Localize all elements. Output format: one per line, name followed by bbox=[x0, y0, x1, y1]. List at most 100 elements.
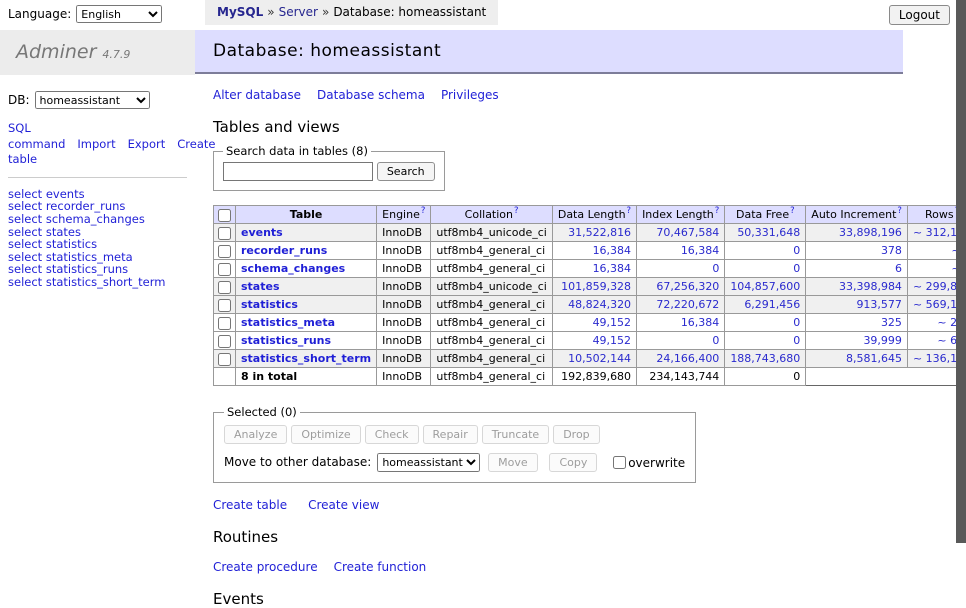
row-checkbox[interactable] bbox=[218, 335, 231, 348]
breadcrumb-server-link[interactable]: Server bbox=[279, 5, 318, 19]
table-name-cell: statistics_runs bbox=[236, 332, 377, 350]
table-name-link[interactable]: statistics bbox=[241, 298, 298, 311]
table-name-link[interactable]: recorder_runs bbox=[241, 244, 327, 257]
language-select[interactable]: English bbox=[76, 5, 162, 23]
table-name-cell: recorder_runs bbox=[236, 242, 377, 260]
database-action-link[interactable]: Database schema bbox=[317, 88, 425, 102]
engine-cell: InnoDB bbox=[377, 242, 431, 260]
copy-button[interactable]: Copy bbox=[549, 453, 597, 472]
collation-cell: utf8mb4_unicode_ci bbox=[431, 224, 552, 242]
total-data-length: 192,839,680 bbox=[552, 368, 636, 386]
column-header-index-length: Index Length? bbox=[637, 206, 725, 224]
index-length-cell: 67,256,320 bbox=[637, 278, 725, 296]
table-operation-button[interactable]: Truncate bbox=[482, 425, 549, 444]
index-length-cell: 72,220,672 bbox=[637, 296, 725, 314]
table-name-link[interactable]: statistics_short_term bbox=[241, 352, 371, 365]
language-label: Language: bbox=[8, 7, 71, 21]
index-length-cell: 0 bbox=[637, 332, 725, 350]
breadcrumb-mysql-link[interactable]: MySQL bbox=[217, 5, 263, 19]
sidebar-menu-link[interactable]: Export bbox=[128, 137, 166, 151]
table-operation-button[interactable]: Repair bbox=[423, 425, 478, 444]
row-checkbox[interactable] bbox=[218, 263, 231, 276]
row-checkbox[interactable] bbox=[218, 299, 231, 312]
table-name-link[interactable]: states bbox=[241, 280, 280, 293]
adminer-version[interactable]: 4.7.9 bbox=[102, 48, 130, 61]
data-free-cell: 0 bbox=[725, 242, 806, 260]
row-checkbox[interactable] bbox=[218, 281, 231, 294]
create-link[interactable]: Create table bbox=[213, 498, 287, 512]
create-links: Create table Create view bbox=[213, 498, 903, 512]
sidebar-select-link[interactable]: select statistics_short_term bbox=[8, 276, 187, 289]
help-link[interactable]: ? bbox=[421, 206, 426, 216]
sidebar-select-link[interactable]: select statistics bbox=[8, 238, 187, 251]
collation-cell: utf8mb4_general_ci bbox=[431, 260, 552, 278]
table-row: statistics_runsInnoDButf8mb4_general_ci4… bbox=[214, 332, 966, 350]
total-collation: utf8mb4_general_ci bbox=[431, 368, 552, 386]
data-length-cell: 49,152 bbox=[552, 332, 636, 350]
auto-increment-cell: 6 bbox=[806, 260, 908, 278]
help-link[interactable]: ? bbox=[514, 206, 519, 216]
db-select[interactable]: homeassistant bbox=[35, 91, 150, 109]
row-checkbox-cell bbox=[214, 296, 236, 314]
move-row: Move to other database:homeassistant Mov… bbox=[224, 453, 685, 472]
engine-cell: InnoDB bbox=[377, 224, 431, 242]
row-checkbox[interactable] bbox=[218, 317, 231, 330]
total-index-length: 234,143,744 bbox=[637, 368, 725, 386]
help-link[interactable]: ? bbox=[715, 206, 720, 216]
data-free-cell: 6,291,456 bbox=[725, 296, 806, 314]
auto-increment-cell: 8,581,645 bbox=[806, 350, 908, 368]
tables-list-header: TableEngine?Collation?Data Length?Index … bbox=[214, 206, 966, 224]
row-checkbox-cell bbox=[214, 242, 236, 260]
help-link[interactable]: ? bbox=[790, 206, 795, 216]
search-fieldset: Search data in tables (8) Search bbox=[213, 144, 445, 191]
row-checkbox[interactable] bbox=[218, 245, 231, 258]
index-length-cell: 24,166,400 bbox=[637, 350, 725, 368]
row-checkbox[interactable] bbox=[218, 227, 231, 240]
sidebar-select-link[interactable]: select schema_changes bbox=[8, 213, 187, 226]
adminer-logo-text[interactable]: Adminer bbox=[16, 41, 96, 63]
db-selector-row: DB:homeassistant bbox=[8, 91, 187, 109]
tables-heading: Tables and views bbox=[213, 118, 903, 136]
data-free-cell: 0 bbox=[725, 314, 806, 332]
table-name-link[interactable]: schema_changes bbox=[241, 262, 345, 275]
routine-create-link[interactable]: Create function bbox=[334, 560, 427, 574]
table-operation-button[interactable]: Analyze bbox=[224, 425, 287, 444]
move-db-select[interactable]: homeassistant bbox=[377, 453, 480, 472]
engine-cell: InnoDB bbox=[377, 350, 431, 368]
overwrite-checkbox[interactable] bbox=[613, 456, 626, 469]
help-link[interactable]: ? bbox=[897, 206, 902, 216]
main-content: MySQL»Server»Database: homeassistant Dat… bbox=[195, 0, 903, 608]
table-operation-button[interactable]: Check bbox=[365, 425, 419, 444]
table-operation-button[interactable]: Optimize bbox=[291, 425, 360, 444]
data-length-cell: 49,152 bbox=[552, 314, 636, 332]
index-length-cell: 16,384 bbox=[637, 242, 725, 260]
overwrite-label: overwrite bbox=[628, 456, 685, 470]
sidebar-menu-link[interactable]: SQL command bbox=[8, 121, 65, 151]
vertical-scrollbar[interactable] bbox=[956, 0, 966, 543]
row-checkbox[interactable] bbox=[218, 353, 231, 366]
select-all-checkbox[interactable] bbox=[218, 209, 231, 222]
database-action-link[interactable]: Privileges bbox=[441, 88, 499, 102]
events-heading: Events bbox=[213, 590, 903, 608]
sidebar-menu-link[interactable]: Import bbox=[77, 137, 115, 151]
scrollbar-thumb[interactable] bbox=[956, 0, 966, 543]
table-name-cell: states bbox=[236, 278, 377, 296]
table-row: statistics_short_termInnoDButf8mb4_gener… bbox=[214, 350, 966, 368]
search-input[interactable] bbox=[223, 162, 373, 181]
table-name-cell: schema_changes bbox=[236, 260, 377, 278]
database-action-link[interactable]: Alter database bbox=[213, 88, 301, 102]
table-row: statisticsInnoDButf8mb4_general_ci48,824… bbox=[214, 296, 966, 314]
table-name-link[interactable]: statistics_meta bbox=[241, 316, 335, 329]
table-name-link[interactable]: events bbox=[241, 226, 283, 239]
table-operation-button[interactable]: Drop bbox=[553, 425, 599, 444]
create-link[interactable]: Create view bbox=[308, 498, 379, 512]
search-button[interactable]: Search bbox=[377, 162, 435, 181]
help-link[interactable]: ? bbox=[627, 206, 632, 216]
engine-cell: InnoDB bbox=[377, 314, 431, 332]
engine-cell: InnoDB bbox=[377, 296, 431, 314]
routine-create-link[interactable]: Create procedure bbox=[213, 560, 318, 574]
table-name-link[interactable]: statistics_runs bbox=[241, 334, 331, 347]
sidebar-menu-links: SQL commandImportExportCreate table bbox=[8, 121, 187, 178]
move-button[interactable]: Move bbox=[488, 453, 538, 472]
sidebar: Adminer 4.7.9 DB:homeassistant SQL comman… bbox=[0, 30, 195, 289]
